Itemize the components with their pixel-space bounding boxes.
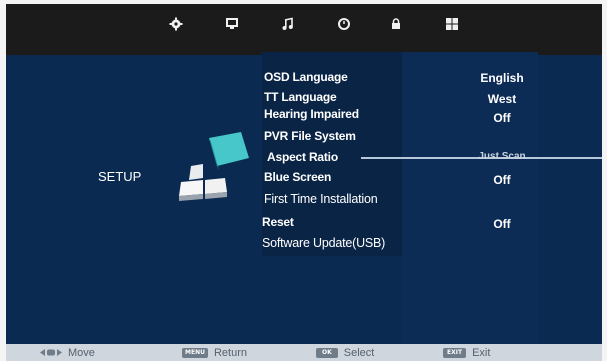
value-hearing-impaired: Off — [493, 111, 511, 125]
menu-item-aspect-ratio[interactable]: Aspect Ratio — [267, 150, 338, 170]
value-tt-language: West — [487, 92, 517, 106]
return-label: Return — [213, 346, 247, 359]
tab-screen[interactable] — [222, 14, 242, 34]
move-arrows-icon — [40, 349, 62, 356]
menu-key-icon: MENU — [182, 347, 208, 358]
exit-key-icon: EXIT — [443, 347, 467, 358]
music-note-icon — [282, 17, 293, 30]
menu-item-reset[interactable]: Reset — [262, 215, 294, 235]
hint-return: MENU Return — [182, 346, 247, 359]
menu-item-blue-screen[interactable]: Blue Screen — [264, 170, 331, 190]
tab-lock[interactable] — [386, 14, 406, 34]
setup-grid-icon — [446, 18, 458, 30]
tab-setup[interactable] — [442, 14, 462, 34]
hint-move: Move — [40, 346, 95, 359]
setup-category-icon — [179, 132, 249, 201]
clock-icon — [338, 18, 350, 30]
value-aspect-ratio: Just Scan — [478, 151, 526, 162]
ok-key-icon: OK — [316, 347, 338, 358]
value-reset: Off — [493, 217, 511, 231]
tab-time[interactable] — [334, 14, 354, 34]
tv-menu-screen: SETUP OSD Language TT Language Hearing I… — [6, 4, 602, 361]
value-blue-screen: Off — [493, 173, 511, 187]
value-osd-language: English — [480, 71, 524, 85]
exit-label: Exit — [472, 346, 491, 359]
hint-select: OK Select — [316, 346, 374, 359]
top-tab-bar — [6, 4, 602, 55]
picture-gear-icon — [169, 17, 183, 31]
menu-item-osd-language[interactable]: OSD Language — [264, 70, 348, 90]
hint-bar: Move MENU Return OK Select EXIT Exit — [6, 344, 602, 361]
tab-sound[interactable] — [278, 14, 298, 34]
menu-item-hearing-impaired[interactable]: Hearing Impaired — [264, 107, 359, 127]
category-label: SETUP — [98, 169, 142, 184]
tab-picture[interactable] — [166, 14, 186, 34]
monitor-icon — [226, 18, 238, 29]
menu-item-first-time-installation[interactable]: First Time Installation — [264, 192, 378, 212]
menu-item-pvr-file-system[interactable]: PVR File System — [264, 129, 356, 149]
move-label: Move — [68, 346, 95, 359]
hint-exit: EXIT Exit — [443, 346, 490, 359]
menu-item-software-update[interactable]: Software Update(USB) — [262, 236, 385, 256]
select-label: Select — [343, 346, 375, 359]
lock-icon — [392, 18, 400, 29]
